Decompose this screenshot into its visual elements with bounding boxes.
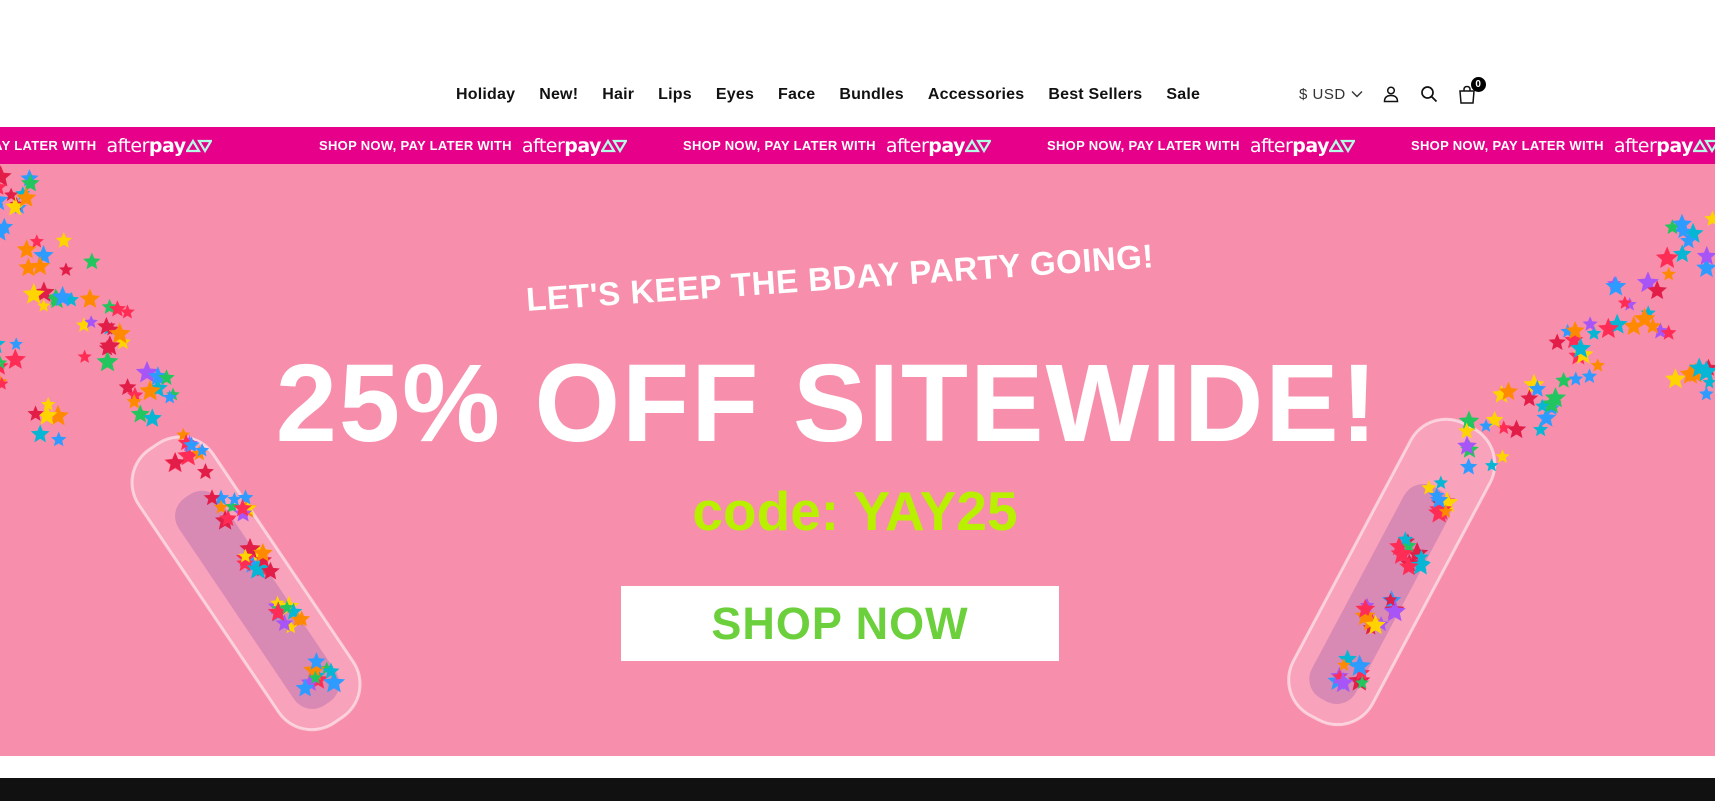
announcement-text: SHOP NOW, PAY LATER WITH (1047, 138, 1240, 153)
shopping-bag-icon[interactable]: 0 (1456, 77, 1486, 105)
afterpay-logo: after pay (886, 135, 992, 157)
afterpay-logo: after pay (106, 135, 212, 157)
announcement-item: SHOP NOW, PAY LATER WITH after pay (319, 135, 683, 157)
page: Holiday New! Hair Lips Eyes Face Bundles… (0, 0, 1715, 801)
announcement-item: OW, PAY LATER WITH afterpay (0, 135, 319, 157)
shop-now-button[interactable]: SHOP NOW (621, 586, 1059, 661)
nav-item-bundles[interactable]: Bundles (839, 86, 904, 104)
nav-item-holiday[interactable]: Holiday (456, 86, 515, 104)
afterpay-logo: after pay (1250, 135, 1356, 157)
nav-item-face[interactable]: Face (778, 86, 815, 104)
hero-banner[interactable]: LET'S KEEP THE BDAY PARTY GOING! 25% OFF… (0, 164, 1715, 756)
user-icon[interactable] (1380, 83, 1402, 105)
nav-item-eyes[interactable]: Eyes (716, 86, 754, 104)
nav-item-best-sellers[interactable]: Best Sellers (1048, 86, 1142, 104)
chevron-down-icon (1350, 87, 1364, 101)
afterpay-arrows-icon (1693, 138, 1715, 153)
nav-item-lips[interactable]: Lips (658, 86, 692, 104)
nav-item-sale[interactable]: Sale (1166, 86, 1200, 104)
nav-item-new[interactable]: New! (539, 86, 578, 104)
search-icon[interactable] (1418, 83, 1440, 105)
shop-now-label: SHOP NOW (711, 597, 969, 649)
hero-headline: 25% OFF SITEWIDE! (275, 342, 1380, 465)
announcement-text: SHOP NOW, PAY LATER WITH (319, 138, 512, 153)
header-utilities: $ USD 0 (1299, 77, 1486, 108)
site-header: Holiday New! Hair Lips Eyes Face Bundles… (0, 0, 1715, 127)
currency-selector[interactable]: $ USD (1299, 86, 1364, 103)
main-nav: Holiday New! Hair Lips Eyes Face Bundles… (456, 84, 1200, 106)
afterpay-arrows-icon (965, 138, 992, 153)
announcement-item: SHOP NOW, PAY LATER WITH after pay (683, 135, 1047, 157)
section-divider (0, 756, 1715, 778)
announcement-text: SHOP NOW, PAY LATER WITH (683, 138, 876, 153)
currency-label: $ USD (1299, 85, 1346, 103)
afterpay-logo: after pay (1614, 135, 1715, 157)
afterpay-logo: after pay (522, 135, 628, 157)
next-banner[interactable] (0, 778, 1715, 801)
afterpay-arrows-icon (1329, 138, 1356, 153)
announcement-track: OW, PAY LATER WITH afterpay SHOP NOW, PA… (0, 127, 1715, 164)
announcement-item: SHOP NOW, PAY LATER WITH after pay (1047, 135, 1411, 157)
nav-item-hair[interactable]: Hair (602, 86, 634, 104)
afterpay-arrows-icon (601, 138, 628, 153)
nav-item-accessories[interactable]: Accessories (928, 86, 1025, 104)
announcement-text: SHOP NOW, PAY LATER WITH (1411, 138, 1604, 153)
cart-count-badge: 0 (1470, 77, 1486, 92)
afterpay-arrows-icon (185, 138, 212, 153)
announcement-bar[interactable]: OW, PAY LATER WITH afterpay SHOP NOW, PA… (0, 127, 1715, 164)
promo-code: code: YAY25 (692, 480, 1018, 542)
announcement-item: SHOP NOW, PAY LATER WITH after pay (1411, 135, 1715, 157)
announcement-text: OW, PAY LATER WITH (0, 138, 97, 153)
